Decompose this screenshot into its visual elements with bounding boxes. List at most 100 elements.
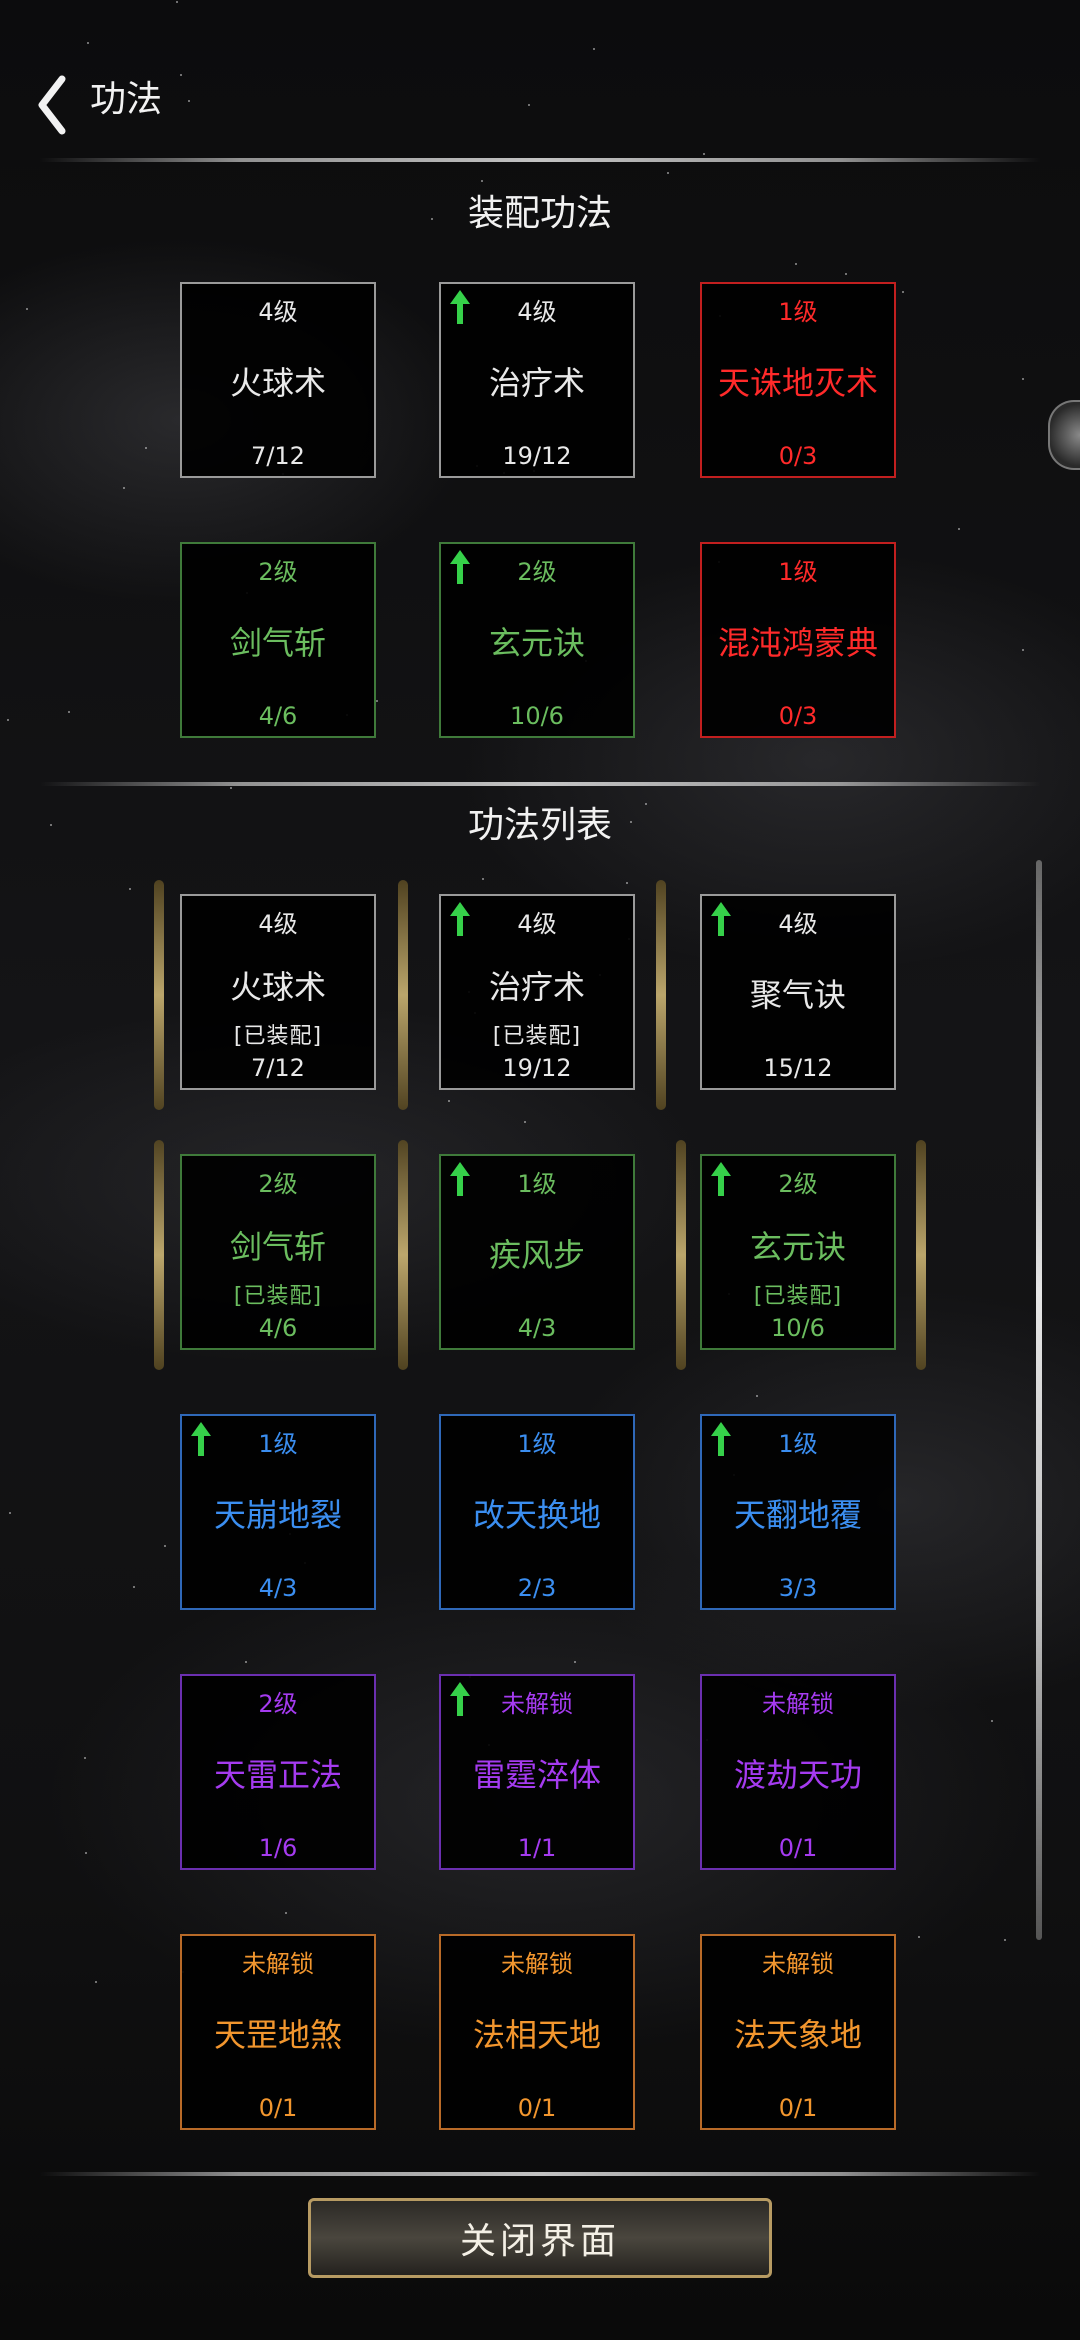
skill-card[interactable]: 4级治疗术 [已装配] 19/12 <box>439 894 635 1090</box>
skill-card[interactable]: 2级玄元诀 [已装配] 10/6 <box>700 1154 896 1350</box>
skill-name: 雷霆淬体 <box>472 1756 601 1794</box>
skill-level: 2级 <box>778 1170 818 1198</box>
skill-progress: 19/12 <box>502 442 572 470</box>
skill-progress: 1/6 <box>258 1834 298 1862</box>
skill-level: 1级 <box>258 1430 298 1458</box>
skill-progress: 15/12 <box>763 1054 833 1082</box>
skill-card[interactable]: 未解锁雷霆淬体 1/1 <box>439 1674 635 1870</box>
skill-name: 疾风步 <box>488 1236 585 1274</box>
skill-name: 改天换地 <box>472 1496 601 1534</box>
skill-progress: 0/1 <box>778 2094 818 2122</box>
chevron-left-icon <box>38 75 66 135</box>
divider-top <box>40 158 1040 162</box>
skill-name: 玄元诀 <box>749 1228 846 1266</box>
close-panel-button[interactable]: 关闭界面 <box>308 2198 772 2278</box>
skill-progress: 10/6 <box>510 702 564 730</box>
skill-progress: 2/3 <box>517 1574 557 1602</box>
skill-level: 4级 <box>517 298 557 326</box>
skill-name: 渡劫天功 <box>733 1756 862 1794</box>
skills-screen: 功法 装配功法 4级 火球术 7/12 4级 治疗术 19/12 1级 天诛地灭术 0/3 2级剑… <box>0 0 1080 2340</box>
skill-level: 未解锁 <box>501 1950 573 1978</box>
skill-card[interactable]: 1级天崩地裂 4/3 <box>180 1414 376 1610</box>
skill-level: 1级 <box>517 1430 557 1458</box>
skill-name: 天翻地覆 <box>733 1496 862 1534</box>
skill-level: 1级 <box>517 1170 557 1198</box>
skill-card[interactable]: 1级天翻地覆 3/3 <box>700 1414 896 1610</box>
equipped-tag: [已装配] <box>753 1284 843 1309</box>
gold-bracket-decoration <box>656 880 666 1110</box>
skill-progress: 1/1 <box>517 1834 557 1862</box>
skill-progress: 4/3 <box>517 1314 557 1342</box>
page-title: 功法 <box>90 79 163 120</box>
skill-level: 4级 <box>517 910 557 938</box>
skill-name: 法相天地 <box>472 2016 601 2054</box>
equipped-section-title: 装配功法 <box>467 193 612 234</box>
skill-card[interactable]: 4级治疗术 19/12 <box>439 282 635 478</box>
skill-name: 混沌鸿蒙典 <box>717 624 878 662</box>
skill-progress: 7/12 <box>251 442 305 470</box>
skill-card[interactable]: 4级 火球术 [已装配] 7/12 <box>180 894 376 1090</box>
skill-name: 治疗术 <box>488 968 585 1006</box>
skill-card[interactable]: 2级剑气斩 [已装配] 4/6 <box>180 1154 376 1350</box>
skill-card[interactable]: 1级 天诛地灭术 0/3 <box>700 282 896 478</box>
skill-level: 1级 <box>778 1430 818 1458</box>
skill-name: 治疗术 <box>488 364 585 402</box>
skill-card[interactable]: 2级 剑气斩 4/6 <box>180 542 376 738</box>
skill-progress: 10/6 <box>771 1314 825 1342</box>
side-drawer-handle[interactable] <box>1048 400 1080 470</box>
skill-name: 天诛地灭术 <box>717 364 878 402</box>
skill-level: 2级 <box>517 558 557 586</box>
skill-name: 天罡地煞 <box>213 2016 342 2054</box>
skill-name: 剑气斩 <box>229 1228 326 1266</box>
gold-bracket-decoration <box>398 1140 408 1370</box>
skill-card[interactable]: 未解锁 渡劫天功 0/1 <box>700 1674 896 1870</box>
skill-progress: 0/1 <box>517 2094 557 2122</box>
skill-level: 未解锁 <box>501 1690 573 1718</box>
skill-level: 2级 <box>258 1170 298 1198</box>
skill-name: 火球术 <box>229 364 326 402</box>
skill-card[interactable]: 未解锁法天象地 0/1 <box>700 1934 896 2130</box>
gold-bracket-decoration <box>154 1140 164 1370</box>
skill-card[interactable]: 4级聚气诀 15/12 <box>700 894 896 1090</box>
skill-level: 2级 <box>258 558 298 586</box>
skill-progress: 4/3 <box>258 1574 298 1602</box>
skill-name: 火球术 <box>229 968 326 1006</box>
skill-name: 聚气诀 <box>749 976 846 1014</box>
equipped-tag: [已装配] <box>492 1024 582 1049</box>
skill-name: 剑气斩 <box>229 624 326 662</box>
skill-progress: 0/3 <box>778 442 818 470</box>
skill-level: 未解锁 <box>762 1950 834 1978</box>
skill-name: 天雷正法 <box>213 1756 342 1794</box>
gold-bracket-decoration <box>154 880 164 1110</box>
gold-bracket-decoration <box>398 880 408 1110</box>
skill-name: 玄元诀 <box>488 624 585 662</box>
skill-name: 天崩地裂 <box>213 1496 342 1534</box>
list-section-title: 功法列表 <box>467 805 612 846</box>
skill-progress: 19/12 <box>502 1054 572 1082</box>
back-button[interactable] <box>26 70 76 140</box>
gold-bracket-decoration <box>916 1140 926 1370</box>
skill-card[interactable]: 1级改天换地 2/3 <box>439 1414 635 1610</box>
skill-card[interactable]: 1级疾风步 4/3 <box>439 1154 635 1350</box>
close-panel-label: 关闭界面 <box>459 2221 620 2262</box>
skill-progress: 0/1 <box>778 1834 818 1862</box>
skill-level: 4级 <box>258 298 298 326</box>
gold-bracket-decoration <box>676 1140 686 1370</box>
skill-card[interactable]: 2级玄元诀 10/6 <box>439 542 635 738</box>
divider-bottom <box>40 2172 1040 2176</box>
skill-level: 4级 <box>258 910 298 938</box>
equipped-tag: [已装配] <box>233 1284 323 1309</box>
list-scrollbar[interactable] <box>1036 860 1042 1940</box>
skill-card[interactable]: 4级火球术 7/12 <box>180 282 376 478</box>
skill-progress: 4/6 <box>258 1314 298 1342</box>
skill-card[interactable]: 1级 混沌鸿蒙典 0/3 <box>700 542 896 738</box>
skill-card[interactable]: 2级 天雷正法 1/6 <box>180 1674 376 1870</box>
skill-name: 法天象地 <box>733 2016 862 2054</box>
divider-middle <box>40 782 1040 786</box>
equipped-tag: [已装配] <box>233 1024 323 1049</box>
skill-card[interactable]: 未解锁 天罡地煞 0/1 <box>180 1934 376 2130</box>
skill-card[interactable]: 未解锁法相天地 0/1 <box>439 1934 635 2130</box>
skill-level: 1级 <box>778 558 818 586</box>
skill-level: 4级 <box>778 910 818 938</box>
skill-progress: 3/3 <box>778 1574 818 1602</box>
